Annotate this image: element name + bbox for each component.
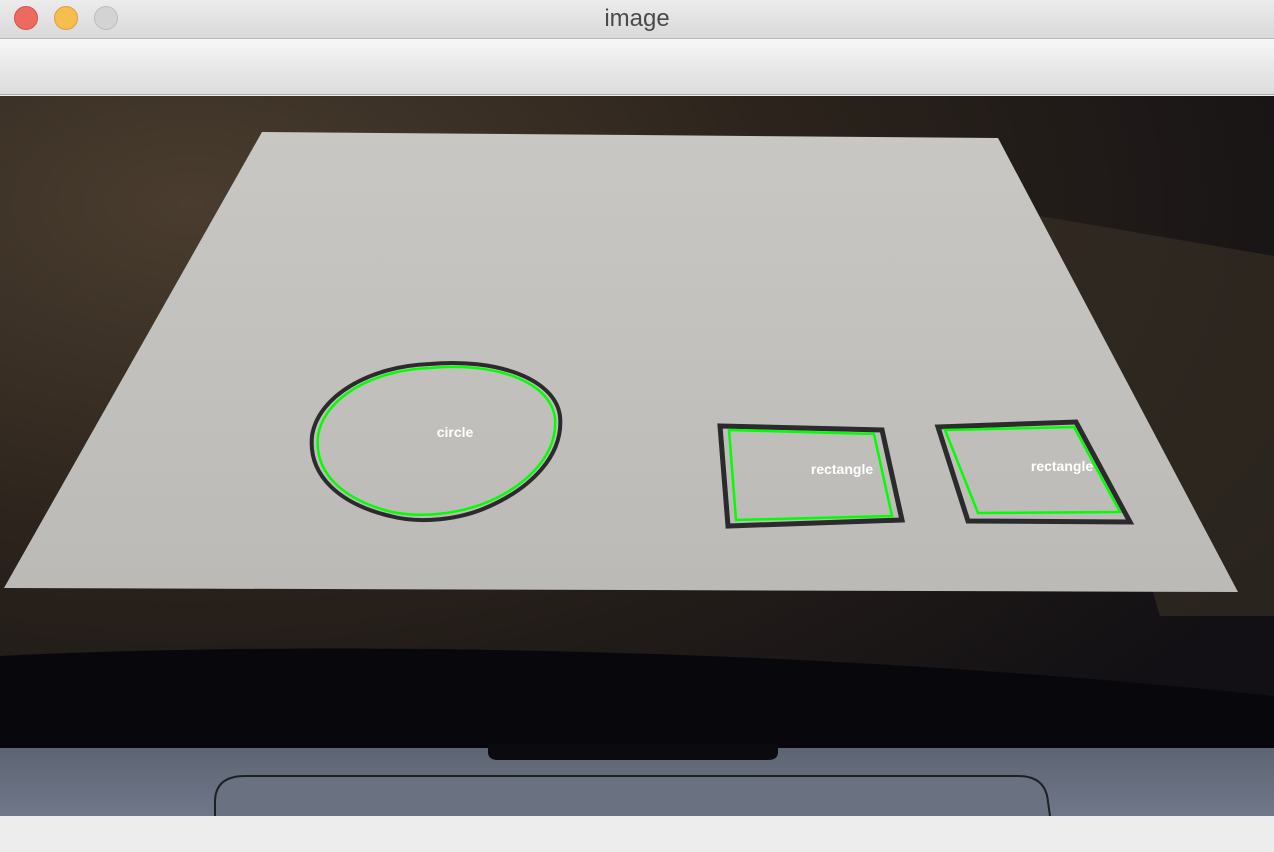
- label-circle: circle: [437, 424, 474, 440]
- title-bar[interactable]: image: [0, 0, 1274, 39]
- laptop-notch: [488, 744, 778, 760]
- app-window: image circle rectangle rectangle: [0, 0, 1274, 852]
- label-rectangle-left: rectangle: [811, 461, 873, 477]
- camera-image: circle rectangle rectangle: [0, 96, 1274, 816]
- label-rectangle-right: rectangle: [1031, 458, 1093, 474]
- image-viewport: circle rectangle rectangle: [0, 96, 1274, 816]
- toolbar: [0, 39, 1274, 95]
- window-title: image: [604, 5, 670, 32]
- status-bar: [0, 816, 1274, 852]
- trackpad: [214, 775, 1051, 816]
